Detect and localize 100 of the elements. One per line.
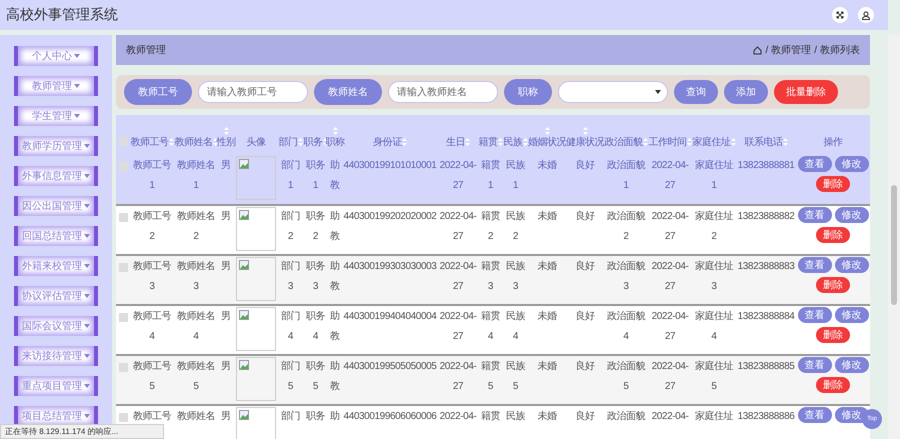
breadcrumb-separator: / xyxy=(814,44,817,56)
checkbox[interactable] xyxy=(118,413,128,422)
delete-button[interactable]: 删除 xyxy=(816,277,850,293)
caret-icon xyxy=(84,384,90,388)
scrollbar-thumb[interactable] xyxy=(891,185,897,305)
table-cell: 未婚 xyxy=(537,361,557,372)
caret-icon xyxy=(74,114,80,118)
caret-icon xyxy=(84,294,90,298)
table-cell: 2022-04-27 xyxy=(652,361,688,392)
table-cell: 民族2 xyxy=(506,211,526,242)
table-cell: 良好 xyxy=(575,211,595,222)
row-button[interactable]: 查看 xyxy=(798,357,832,373)
row-button[interactable]: 修改 xyxy=(834,156,868,172)
table-cell: 未婚 xyxy=(537,211,557,222)
caret-icon xyxy=(84,204,90,208)
caret-icon xyxy=(74,84,80,88)
row-button[interactable]: 查看 xyxy=(798,307,832,323)
table-cell: 政治面貌4 xyxy=(606,311,646,342)
table-cell: 民族 xyxy=(506,411,526,422)
sidebar-item[interactable]: 项目总结管理 xyxy=(14,406,98,426)
table-cell: 440300199101010001 xyxy=(344,160,436,171)
table-cell: 2022-04-27 xyxy=(652,261,688,292)
sidebar-item[interactable]: 国际会议管理 xyxy=(14,316,98,336)
sidebar-item[interactable]: 协议评估管理 xyxy=(14,286,98,306)
caret-icon xyxy=(84,174,90,178)
sidebar-item[interactable]: 重点项目管理 xyxy=(14,376,98,396)
checkbox[interactable] xyxy=(118,137,128,146)
checkbox[interactable] xyxy=(118,313,128,322)
delete-button[interactable]: 删除 xyxy=(816,227,850,243)
row-button[interactable]: 修改 xyxy=(834,357,868,373)
sidebar-item[interactable]: 学生管理 xyxy=(14,106,98,126)
table-cell: 政治面貌5 xyxy=(606,361,646,392)
table-cell: 部门2 xyxy=(280,211,300,242)
breadcrumb-item[interactable]: 教师管理 xyxy=(771,43,812,57)
toolbar-button[interactable]: 添加 xyxy=(724,80,768,104)
table-cell: 教师姓名4 xyxy=(176,311,216,342)
caret-icon xyxy=(655,90,661,94)
table-cell: 2022-04- xyxy=(440,411,476,422)
table-cell: 2022-04-27 xyxy=(652,311,688,342)
sidebar-item[interactable]: 因公出国管理 xyxy=(14,196,98,216)
table-cell: 教师工号4 xyxy=(132,311,172,342)
table-cell: 教师工号1 xyxy=(132,160,172,191)
row-button[interactable]: 查看 xyxy=(798,257,832,273)
table-cell: 未婚 xyxy=(537,311,557,322)
home-icon[interactable] xyxy=(753,46,762,54)
column-header[interactable]: 身份证 xyxy=(373,135,402,149)
delete-button[interactable]: 删除 xyxy=(816,327,850,343)
broken-image-icon xyxy=(239,360,249,370)
row-button[interactable]: 修改 xyxy=(834,207,868,223)
table-cell: 政治面貌2 xyxy=(606,211,646,242)
checkbox[interactable] xyxy=(118,162,128,171)
search-field[interactable]: 请输入教师工号 xyxy=(198,81,308,103)
table-cell: 家庭住址 xyxy=(694,411,734,422)
sidebar-item[interactable]: 来访接待管理 xyxy=(14,346,98,366)
table-cell: 职务1 xyxy=(306,160,326,191)
table-cell: 教师姓名1 xyxy=(176,160,216,191)
row-button[interactable]: 查看 xyxy=(798,407,832,423)
table-cell: 政治面貌3 xyxy=(606,261,646,292)
checkbox[interactable] xyxy=(118,213,128,222)
broken-image-icon xyxy=(239,210,249,220)
table-cell: 民族4 xyxy=(506,311,526,342)
table-cell: 440300199505050005 xyxy=(344,361,436,372)
checkbox[interactable] xyxy=(118,363,128,372)
broken-image-icon xyxy=(239,410,249,420)
row-button[interactable]: 查看 xyxy=(798,156,832,172)
column-header[interactable]: 职称 xyxy=(325,135,345,149)
page-title: 教师管理 xyxy=(126,44,166,57)
row-button[interactable]: 修改 xyxy=(834,257,868,273)
sidebar-item[interactable]: 个人中心 xyxy=(14,46,98,66)
row-button[interactable]: 查看 xyxy=(798,207,832,223)
table-cell: 籍贯4 xyxy=(480,311,500,342)
sidebar-item[interactable]: 外事信息管理 xyxy=(14,166,98,186)
sidebar-item[interactable]: 回国总结管理 xyxy=(14,226,98,246)
table-cell: 良好 xyxy=(575,361,595,372)
title-select[interactable] xyxy=(558,81,668,103)
toolbar-button[interactable]: 查询 xyxy=(674,80,718,104)
sidebar-item[interactable]: 教师学历管理 xyxy=(14,136,98,156)
broken-image-icon xyxy=(239,159,249,169)
column-header[interactable]: 生日 xyxy=(446,135,466,149)
table-cell: 助教 xyxy=(330,311,340,342)
checkbox[interactable] xyxy=(118,263,128,272)
breadcrumb-item[interactable]: 教师列表 xyxy=(820,43,860,57)
column-header: 操作 xyxy=(823,136,843,149)
search-field[interactable]: 请输入教师姓名 xyxy=(388,81,498,103)
table-cell: 职务 xyxy=(306,411,326,422)
field-label[interactable]: 教师工号 xyxy=(124,79,192,105)
sidebar-item[interactable]: 教师管理 xyxy=(14,76,98,96)
sidebar-item[interactable]: 外籍来校管理 xyxy=(14,256,98,276)
table-cell: 民族1 xyxy=(506,160,526,191)
user-icon[interactable] xyxy=(858,7,874,23)
table-cell: 教师工号2 xyxy=(132,211,172,242)
fullscreen-icon[interactable] xyxy=(832,7,848,23)
delete-button[interactable]: 删除 xyxy=(816,377,850,393)
row-button[interactable]: 修改 xyxy=(834,307,868,323)
table-cell: 籍贯1 xyxy=(480,160,500,191)
table-cell: 职务3 xyxy=(306,261,326,292)
field-label[interactable]: 职称 xyxy=(504,79,552,105)
batch-delete-button[interactable]: 批量删除 xyxy=(774,80,838,104)
field-label[interactable]: 教师姓名 xyxy=(314,79,382,105)
delete-button[interactable]: 删除 xyxy=(816,176,850,192)
